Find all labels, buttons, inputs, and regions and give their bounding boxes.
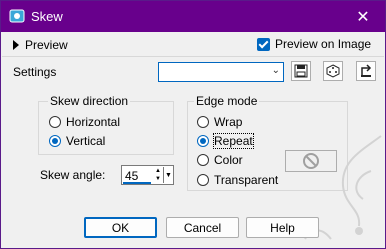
radio-color-label: Color	[214, 153, 243, 167]
randomize-button[interactable]	[323, 61, 343, 81]
radio-color[interactable]: Color	[197, 153, 243, 167]
app-icon	[9, 9, 25, 23]
save-preset-button[interactable]	[291, 61, 311, 81]
radio-repeat[interactable]: Repeat	[197, 133, 254, 149]
reset-arrow-icon	[361, 64, 372, 77]
expand-triangle-icon	[13, 40, 19, 50]
preview-label: Preview	[25, 38, 68, 52]
radio-selected-icon	[49, 135, 61, 147]
settings-combobox[interactable]: ⌄	[158, 62, 284, 82]
preview-on-image-checkbox[interactable]: Preview on Image	[257, 37, 371, 51]
edge-mode-title: Edge mode	[194, 94, 260, 108]
title-bar[interactable]: Skew ✕	[1, 1, 385, 32]
color-swatch-button[interactable]	[285, 150, 337, 172]
radio-transparent[interactable]: Transparent	[197, 173, 278, 187]
floppy-disk-icon	[294, 64, 308, 78]
radio-icon	[197, 174, 209, 186]
radio-selected-icon	[197, 135, 209, 147]
checkbox-checked-icon	[257, 37, 270, 51]
radio-wrap[interactable]: Wrap	[197, 115, 242, 129]
value-slider-bar	[123, 182, 151, 184]
cancel-button[interactable]: Cancel	[166, 217, 239, 238]
radio-horizontal[interactable]: Horizontal	[49, 115, 120, 129]
ok-button[interactable]: OK	[84, 217, 157, 238]
settings-label: Settings	[13, 65, 57, 79]
radio-icon	[197, 116, 209, 128]
radio-vertical-label: Vertical	[66, 134, 106, 148]
radio-horizontal-label: Horizontal	[66, 115, 121, 129]
radio-repeat-label: Repeat	[213, 133, 254, 149]
divider	[2, 56, 384, 57]
radio-icon	[197, 154, 209, 166]
preview-toggle[interactable]: Preview	[13, 38, 68, 52]
help-button[interactable]: Help	[246, 217, 319, 238]
skew-dialog: Skew ✕ Preview Preview on Image Settings…	[0, 0, 386, 249]
no-color-icon	[303, 153, 319, 169]
radio-vertical[interactable]: Vertical	[49, 134, 105, 148]
preview-on-image-label: Preview on Image	[275, 37, 372, 51]
reset-button[interactable]	[356, 61, 376, 81]
close-icon[interactable]: ✕	[341, 1, 385, 32]
radio-icon	[49, 116, 61, 128]
spin-up-down-icon[interactable]: ▲ ▼	[153, 167, 163, 183]
radio-transparent-label: Transparent	[214, 173, 279, 187]
chevron-down-icon: ⌄	[271, 65, 280, 76]
dice-icon	[326, 64, 340, 78]
skew-angle-spinbox[interactable]: 45 ▲ ▼ ▼	[121, 165, 174, 185]
window-title: Skew	[31, 9, 63, 24]
skew-direction-title: Skew direction	[48, 94, 131, 108]
skew-angle-value: 45	[125, 169, 139, 183]
radio-wrap-label: Wrap	[214, 115, 243, 129]
skew-angle-label: Skew angle:	[40, 168, 106, 182]
spin-dropdown-icon[interactable]: ▼	[163, 167, 173, 183]
